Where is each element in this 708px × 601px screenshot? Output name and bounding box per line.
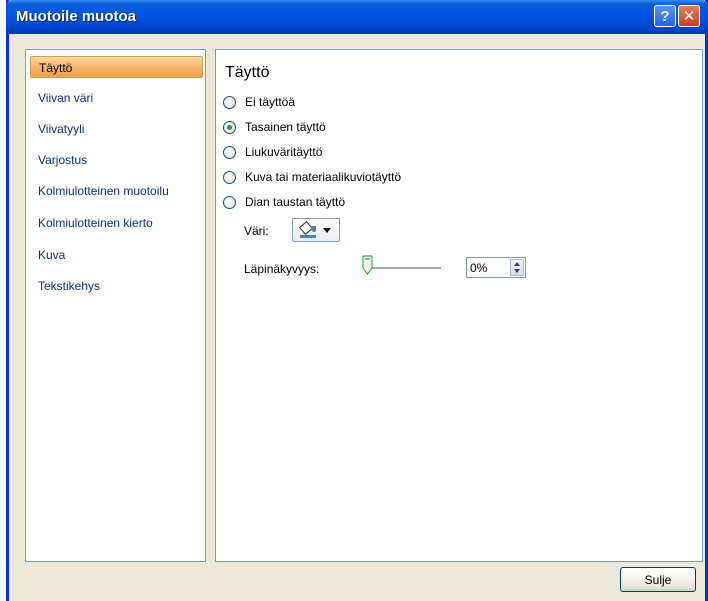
transparency-label: Läpinäkyvyys: [244, 262, 320, 276]
title-bar[interactable]: Muotoile muotoa ? ✕ [6, 0, 708, 34]
nav-item-viivan-vari[interactable]: Viivan väri [30, 87, 203, 109]
category-list: Täyttö Viivan väri Viivatyyli Varjostus … [25, 49, 206, 562]
window-title: Muotoile muotoa [16, 8, 136, 25]
nav-item-tekstikehys[interactable]: Tekstikehys [30, 275, 203, 297]
radio-picture-fill[interactable]: Kuva tai materiaalikuviotäyttö [223, 168, 401, 186]
radio-background-fill[interactable]: Dian taustan täyttö [223, 193, 345, 211]
help-button[interactable]: ? [654, 5, 676, 27]
close-window-button[interactable]: ✕ [678, 5, 700, 27]
transparency-slider-thumb[interactable] [362, 255, 373, 275]
spinner-buttons[interactable] [510, 259, 524, 276]
radio-label: Ei täyttöä [245, 95, 296, 109]
nav-item-kuva[interactable]: Kuva [30, 244, 203, 266]
paint-bucket-icon [298, 220, 317, 239]
radio-button[interactable] [223, 170, 236, 184]
nav-item-taytto[interactable]: Täyttö [30, 56, 203, 78]
section-title: Täyttö [225, 64, 270, 81]
transparency-slider-track[interactable] [371, 267, 441, 270]
radio-label: Tasainen täyttö [245, 120, 326, 134]
nav-item-kolmiulotteinen-muotoilu[interactable]: Kolmiulotteinen muotoilu [30, 180, 203, 202]
spin-down-icon[interactable] [514, 269, 520, 273]
color-picker-button[interactable] [292, 218, 340, 242]
nav-item-varjostus[interactable]: Varjostus [30, 149, 203, 171]
radio-label: Kuva tai materiaalikuviotäyttö [245, 170, 402, 184]
transparency-spinner[interactable]: 0% [466, 257, 526, 278]
color-label: Väri: [244, 224, 269, 238]
radio-button-checked[interactable] [223, 120, 236, 134]
chevron-down-icon [323, 227, 331, 233]
radio-no-fill[interactable]: Ei täyttöä [223, 93, 295, 111]
nav-item-viivatyyli[interactable]: Viivatyyli [30, 118, 203, 140]
nav-item-kolmiulotteinen-kierto[interactable]: Kolmiulotteinen kierto [30, 212, 203, 234]
radio-button[interactable] [223, 195, 236, 209]
transparency-value[interactable]: 0% [470, 261, 487, 275]
radio-label: Dian taustan täyttö [245, 195, 346, 209]
radio-solid-fill[interactable]: Tasainen täyttö [223, 118, 326, 136]
close-button[interactable]: Sulje [620, 567, 696, 592]
radio-gradient-fill[interactable]: Liukuväritäyttö [223, 143, 322, 161]
fill-panel: Täyttö Ei täyttöä Tasainen täyttö Liukuv… [215, 49, 703, 562]
radio-label: Liukuväritäyttö [245, 145, 323, 159]
radio-button[interactable] [223, 145, 236, 159]
radio-button[interactable] [223, 95, 236, 109]
spin-up-icon[interactable] [514, 262, 520, 266]
